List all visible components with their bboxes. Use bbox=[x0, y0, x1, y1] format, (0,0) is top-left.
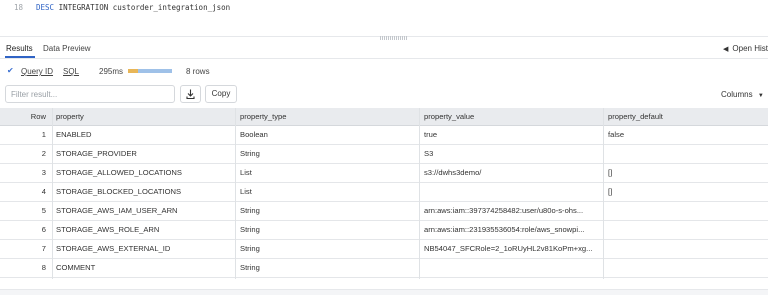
table-header: Row property property_type property_valu… bbox=[0, 108, 768, 126]
sql-statement[interactable]: DESC INTEGRATION custorder_integration_j… bbox=[36, 3, 230, 12]
cell-property-default[interactable] bbox=[608, 240, 758, 258]
cell-property-type[interactable]: String bbox=[240, 202, 416, 220]
cell-property[interactable]: STORAGE_ALLOWED_LOCATIONS bbox=[56, 164, 232, 182]
cell-property-value[interactable] bbox=[424, 183, 600, 201]
columns-button[interactable]: Columns ▼ bbox=[721, 90, 764, 99]
cell-property-type[interactable]: String bbox=[240, 145, 416, 163]
cell-property[interactable]: COMMENT bbox=[56, 259, 232, 277]
row-number: 4 bbox=[41, 187, 46, 196]
table-row[interactable]: 1 ENABLED Boolean true false bbox=[0, 126, 768, 145]
cell-property-value[interactable]: NB54047_SFCRole=2_1oRUyHL2v81KoPm+xg... bbox=[424, 240, 600, 258]
cell-property-default[interactable]: [] bbox=[608, 183, 758, 201]
cell-property-type[interactable]: String bbox=[240, 221, 416, 239]
tab-results[interactable]: Results bbox=[6, 44, 33, 53]
cell-property-default[interactable] bbox=[608, 221, 758, 239]
table-row[interactable]: 2 STORAGE_PROVIDER String S3 bbox=[0, 145, 768, 164]
column-divider[interactable] bbox=[603, 108, 604, 279]
cell-property-default[interactable]: false bbox=[608, 126, 758, 144]
columns-label: Columns bbox=[721, 90, 753, 99]
cell-property-value[interactable]: S3 bbox=[424, 145, 600, 163]
table-row[interactable]: 4 STORAGE_BLOCKED_LOCATIONS List [] bbox=[0, 183, 768, 202]
filter-input[interactable]: Filter result... bbox=[5, 85, 175, 103]
sql-text: INTEGRATION custorder_integration_json bbox=[54, 3, 231, 12]
sql-link[interactable]: SQL bbox=[63, 67, 79, 76]
bottom-scroll-area bbox=[0, 289, 768, 295]
column-header-property-type[interactable]: property_type bbox=[240, 108, 416, 125]
query-id-link[interactable]: Query ID bbox=[21, 67, 53, 76]
column-divider[interactable] bbox=[419, 108, 420, 279]
cell-property-value[interactable] bbox=[424, 259, 600, 277]
column-header-property[interactable]: property bbox=[56, 108, 232, 125]
check-icon: ✔ bbox=[7, 66, 14, 75]
line-number: 18 bbox=[14, 3, 24, 12]
sql-keyword: DESC bbox=[36, 3, 55, 12]
column-header-row[interactable]: Row bbox=[0, 108, 50, 125]
row-number: 1 bbox=[41, 130, 46, 139]
tabs-divider bbox=[0, 58, 768, 59]
row-number: 8 bbox=[41, 263, 46, 272]
column-header-property-default[interactable]: property_default bbox=[608, 108, 758, 125]
timing-segment bbox=[128, 69, 138, 73]
tab-data-preview[interactable]: Data Preview bbox=[43, 44, 91, 53]
drag-handle-icon[interactable] bbox=[380, 36, 408, 40]
cell-property-value[interactable]: s3://dwhs3demo/ bbox=[424, 164, 600, 182]
cell-property-default[interactable]: [] bbox=[608, 164, 758, 182]
cell-property-default[interactable] bbox=[608, 145, 758, 163]
cell-property-type[interactable]: String bbox=[240, 240, 416, 258]
row-number: 6 bbox=[41, 225, 46, 234]
table-row[interactable]: 6 STORAGE_AWS_ROLE_ARN String arn:aws:ia… bbox=[0, 221, 768, 240]
cell-property[interactable]: ENABLED bbox=[56, 126, 232, 144]
table-row[interactable]: 8 COMMENT String bbox=[0, 259, 768, 278]
cell-property-type[interactable]: Boolean bbox=[240, 126, 416, 144]
download-icon bbox=[186, 89, 195, 100]
cell-property-type[interactable]: List bbox=[240, 183, 416, 201]
cell-property[interactable]: STORAGE_PROVIDER bbox=[56, 145, 232, 163]
table-row[interactable]: 7 STORAGE_AWS_EXTERNAL_ID String NB54047… bbox=[0, 240, 768, 259]
arrow-left-icon: ◀ bbox=[723, 46, 729, 53]
column-header-property-value[interactable]: property_value bbox=[424, 108, 600, 125]
cell-property[interactable]: STORAGE_BLOCKED_LOCATIONS bbox=[56, 183, 232, 201]
row-number: 3 bbox=[41, 168, 46, 177]
chevron-down-icon: ▼ bbox=[757, 93, 764, 99]
open-history-button[interactable]: ◀ Open Hist bbox=[723, 44, 768, 53]
row-number: 7 bbox=[41, 244, 46, 253]
cell-property-default[interactable] bbox=[608, 259, 758, 277]
cell-property[interactable]: STORAGE_AWS_ROLE_ARN bbox=[56, 221, 232, 239]
open-history-label: Open Hist bbox=[732, 44, 768, 53]
cell-property-type[interactable]: List bbox=[240, 164, 416, 182]
cell-property-value[interactable]: arn:aws:iam::397374258482:user/u80o-s-oh… bbox=[424, 202, 600, 220]
column-divider[interactable] bbox=[52, 108, 53, 279]
cell-property-value[interactable]: true bbox=[424, 126, 600, 144]
cell-property-default[interactable] bbox=[608, 202, 758, 220]
column-divider[interactable] bbox=[235, 108, 236, 279]
copy-button[interactable]: Copy bbox=[205, 85, 237, 103]
cell-property[interactable]: STORAGE_AWS_IAM_USER_ARN bbox=[56, 202, 232, 220]
table-row[interactable]: 3 STORAGE_ALLOWED_LOCATIONS List s3://dw… bbox=[0, 164, 768, 183]
row-number: 2 bbox=[41, 149, 46, 158]
query-timing-bar[interactable] bbox=[128, 69, 172, 73]
download-button[interactable] bbox=[180, 85, 201, 103]
query-duration: 295ms bbox=[99, 67, 124, 76]
cell-property[interactable]: STORAGE_AWS_EXTERNAL_ID bbox=[56, 240, 232, 258]
cell-property-value[interactable]: arn:aws:iam::231935536054:role/aws_snowp… bbox=[424, 221, 600, 239]
table-row[interactable]: 5 STORAGE_AWS_IAM_USER_ARN String arn:aw… bbox=[0, 202, 768, 221]
row-number: 5 bbox=[41, 206, 46, 215]
cell-property-type[interactable]: String bbox=[240, 259, 416, 277]
row-count: 8 rows bbox=[186, 67, 210, 76]
sql-editor[interactable]: 18 DESC INTEGRATION custorder_integratio… bbox=[0, 0, 768, 36]
